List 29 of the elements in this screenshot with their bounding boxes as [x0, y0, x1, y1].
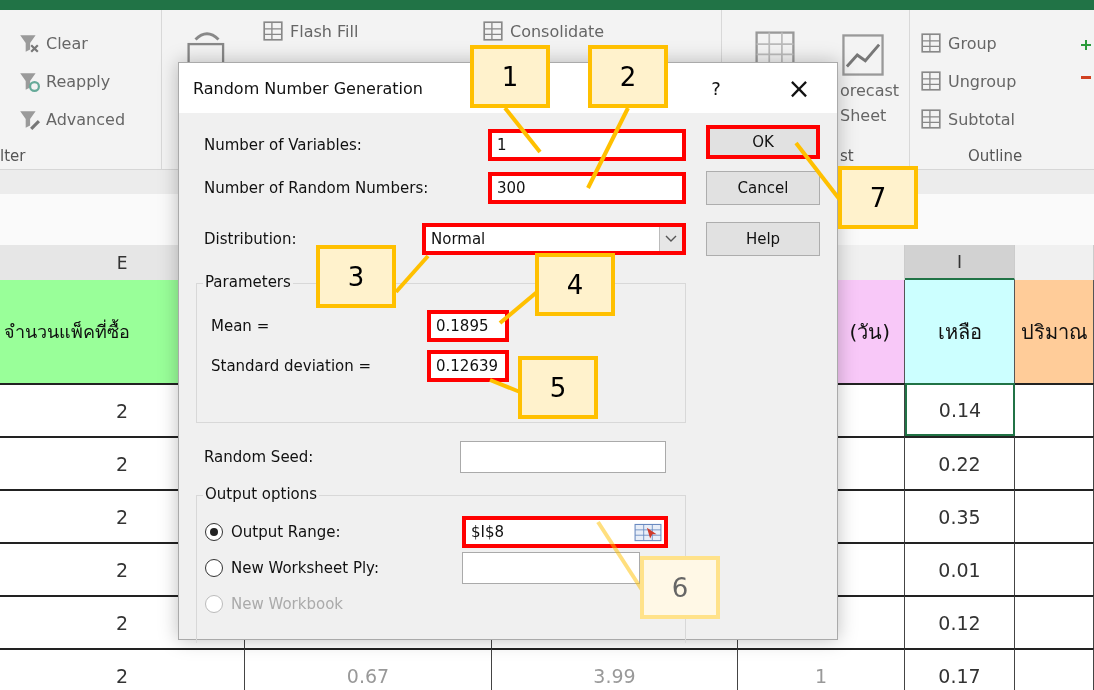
callout-number: 1 — [470, 45, 550, 108]
callout-number: 4 — [535, 253, 615, 316]
button-label: Sheet — [840, 105, 887, 127]
table-cell: 0.22 — [905, 436, 1015, 489]
group-label: lter — [0, 147, 26, 165]
field-label: Distribution: — [204, 230, 297, 248]
group-title: Output options — [203, 485, 320, 503]
table-cell: 2 — [0, 648, 245, 690]
button-label: orecast — [840, 80, 900, 102]
dialog-title: Random Number Generation — [193, 78, 424, 98]
table-cell: 0.17 — [905, 648, 1015, 690]
header-cell: เหลือ — [905, 280, 1015, 383]
field-label: Number of Variables: — [204, 136, 362, 154]
callout-number: 7 — [838, 166, 918, 229]
table-cell: 0.67 — [245, 648, 492, 690]
table-cell: 0.35 — [905, 489, 1015, 542]
table-cell: 0.14 — [905, 383, 1015, 436]
table-cell: 1 — [738, 648, 905, 690]
callout-number: 2 — [588, 45, 668, 108]
callout-number: 5 — [518, 356, 598, 419]
table-cell: 0.01 — [905, 542, 1015, 595]
group-label: Outline — [968, 147, 1023, 165]
table-cell: 0.12 — [905, 595, 1015, 648]
callout-number: 3 — [316, 245, 396, 308]
table-cell: 3.99 — [492, 648, 738, 690]
header-cell: ปริมาณ — [1015, 280, 1094, 383]
callout-number: 6 — [640, 556, 720, 619]
field-label: Number of Random Numbers: — [204, 179, 429, 197]
group-label: st — [840, 147, 854, 165]
